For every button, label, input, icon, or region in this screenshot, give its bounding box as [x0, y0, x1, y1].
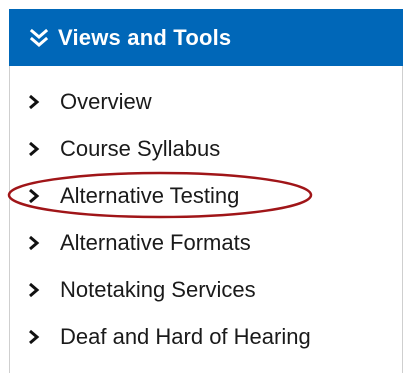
nav-item-alternative-testing[interactable]: Alternative Testing — [27, 172, 311, 219]
nav-item-label: Course Syllabus — [60, 135, 221, 161]
panel-header[interactable]: Views and Tools — [9, 9, 403, 66]
nav-item-label: Overview — [60, 88, 152, 114]
nav-item-notetaking-services[interactable]: Notetaking Services — [27, 266, 311, 313]
nav-item-course-syllabus[interactable]: Course Syllabus — [27, 125, 311, 172]
nav-item-label: Alternative Formats — [60, 229, 251, 255]
chevron-right-icon — [27, 188, 41, 204]
chevron-right-icon — [27, 282, 41, 298]
nav-item-label: Deaf and Hard of Hearing — [60, 323, 311, 349]
nav-list: Overview Course Syllabus Alternative Tes… — [27, 78, 311, 360]
nav-item-alternative-formats[interactable]: Alternative Formats — [27, 219, 311, 266]
chevron-right-icon — [27, 94, 41, 110]
nav-item-label: Alternative Testing — [60, 182, 240, 208]
double-chevron-down-icon — [29, 28, 49, 48]
nav-item-label: Notetaking Services — [60, 276, 256, 302]
nav-item-overview[interactable]: Overview — [27, 78, 311, 125]
chevron-right-icon — [27, 235, 41, 251]
chevron-right-icon — [27, 141, 41, 157]
chevron-right-icon — [27, 329, 41, 345]
nav-item-deaf-and-hard-of-hearing[interactable]: Deaf and Hard of Hearing — [27, 313, 311, 360]
panel-title: Views and Tools — [58, 24, 232, 50]
